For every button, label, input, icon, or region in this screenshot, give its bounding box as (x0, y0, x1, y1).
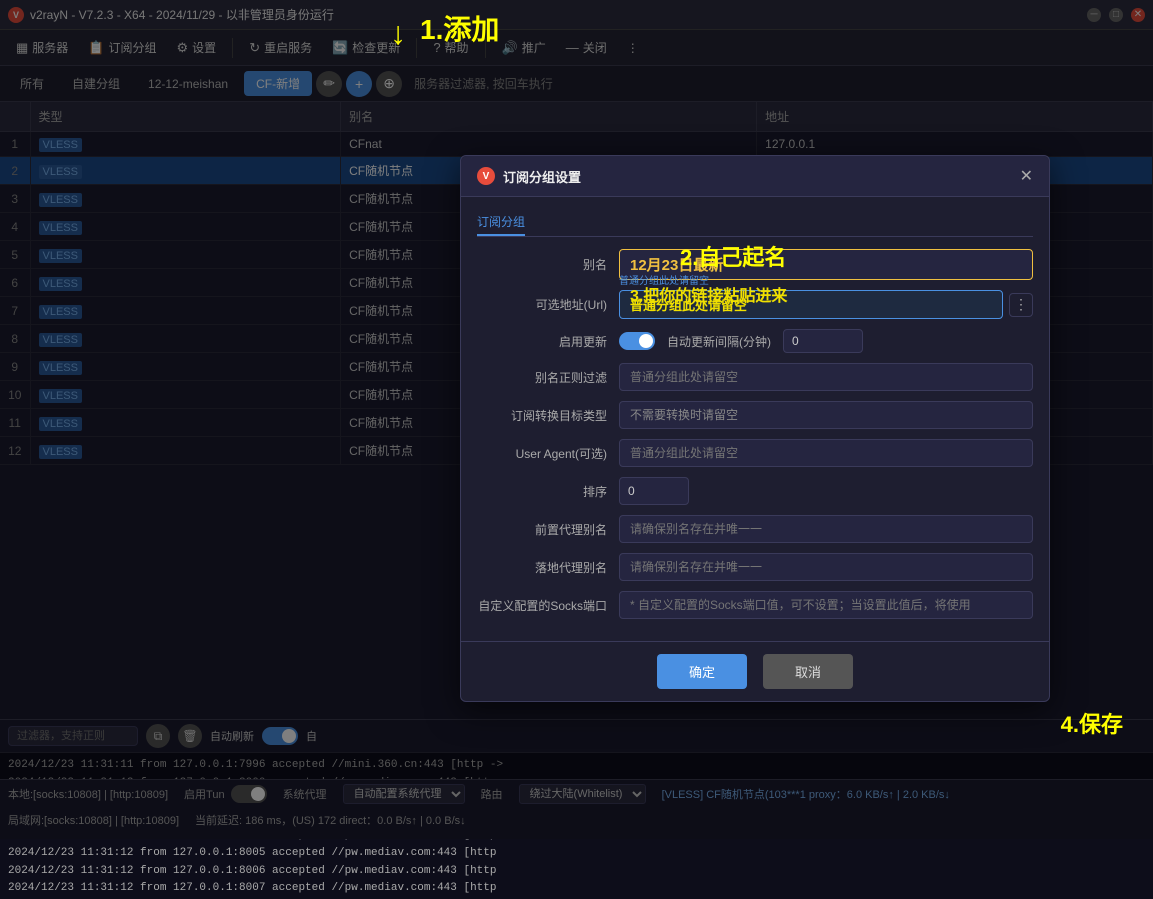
modal-sub-tabs: 订阅分组 (477, 209, 1033, 237)
url-label: 可选地址(Url) (477, 296, 607, 313)
alias-label: 别名 (477, 256, 607, 273)
alias-filter-label: 别名正则过滤 (477, 369, 607, 386)
modal-body: 订阅分组 别名 可选地址(Url) 普通分组此处请留空 ⋮ 启用更新 自动更新间… (461, 197, 1049, 641)
modal-footer: 确定 取消 (461, 641, 1049, 701)
socks-port-label: 自定义配置的Socks端口 (477, 597, 607, 614)
url-input[interactable] (619, 290, 1003, 319)
toggle-row: 自动更新间隔(分钟) (619, 329, 863, 353)
log-entry: 2024/12/23 11:31:12 from 127.0.0.1:8006 … (8, 863, 1145, 881)
url-hint: 普通分组此处请留空 (619, 272, 709, 287)
autoupdate-toggle[interactable] (619, 332, 655, 350)
modal-logo: V (477, 167, 495, 185)
log-entry: 2024/12/23 11:31:12 from 127.0.0.1:8007 … (8, 880, 1145, 893)
interval-label: 自动更新间隔(分钟) (667, 333, 771, 350)
modal-tab-subscription[interactable]: 订阅分组 (477, 209, 525, 236)
subscription-settings-modal: V 订阅分组设置 ✕ 订阅分组 别名 可选地址(Url) 普通分组此处请留空 ⋮ (460, 155, 1050, 702)
prev-proxy-label: 前置代理别名 (477, 521, 607, 538)
prev-proxy-input[interactable] (619, 515, 1033, 543)
convert-select[interactable]: 不需要转换时请留空 (619, 401, 1033, 429)
modal-title: 订阅分组设置 (503, 167, 581, 186)
form-row-sort: 排序 (477, 477, 1033, 505)
modal-close-button[interactable]: ✕ (1020, 166, 1033, 186)
form-row-post-proxy: 落地代理别名 (477, 553, 1033, 581)
alias-filter-input[interactable] (619, 363, 1033, 391)
useragent-label: User Agent(可选) (477, 445, 607, 462)
confirm-button[interactable]: 确定 (657, 654, 747, 689)
form-row-socks-port: 自定义配置的Socks端口 (477, 591, 1033, 619)
sort-input[interactable] (619, 477, 689, 505)
form-row-convert: 订阅转换目标类型 不需要转换时请留空 (477, 401, 1033, 429)
form-row-autoupdate: 启用更新 自动更新间隔(分钟) (477, 329, 1033, 353)
modal-header: V 订阅分组设置 ✕ (461, 156, 1049, 197)
form-row-alias: 别名 (477, 249, 1033, 280)
form-row-url: 可选地址(Url) 普通分组此处请留空 ⋮ (477, 290, 1033, 319)
autoupdate-label: 启用更新 (477, 333, 607, 350)
convert-label: 订阅转换目标类型 (477, 407, 607, 424)
form-row-useragent: User Agent(可选) (477, 439, 1033, 467)
cancel-button[interactable]: 取消 (763, 654, 853, 689)
url-more-button[interactable]: ⋮ (1009, 293, 1033, 317)
post-proxy-label: 落地代理别名 (477, 559, 607, 576)
interval-input[interactable] (783, 329, 863, 353)
socks-port-input[interactable] (619, 591, 1033, 619)
useragent-input[interactable] (619, 439, 1033, 467)
form-row-alias-filter: 别名正则过滤 (477, 363, 1033, 391)
sort-label: 排序 (477, 483, 607, 500)
form-row-prev-proxy: 前置代理别名 (477, 515, 1033, 543)
post-proxy-input[interactable] (619, 553, 1033, 581)
log-entry: 2024/12/23 11:31:12 from 127.0.0.1:8005 … (8, 845, 1145, 863)
